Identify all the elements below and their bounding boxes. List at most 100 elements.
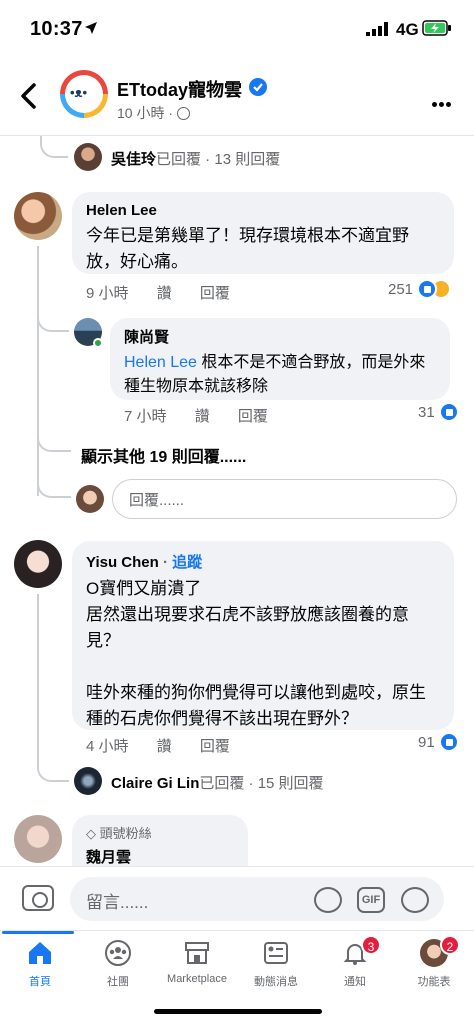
like-button[interactable]: 讚 [157, 285, 172, 302]
comment-author[interactable]: Helen Lee [86, 202, 440, 219]
comment-author[interactable]: Yisu Chen [86, 554, 159, 571]
tab-label: 動態消息 [254, 976, 298, 988]
tab-notifications[interactable]: 通知 3 [315, 935, 395, 989]
page-name[interactable]: ETtoday寵物雲 [117, 76, 242, 102]
tab-label: 首頁 [29, 976, 51, 988]
like-reaction-icon [438, 402, 459, 422]
location-arrow-icon [85, 22, 97, 34]
tab-label: 通知 [344, 976, 366, 988]
comment-actions: 7 小時 讚 回覆 [124, 405, 292, 426]
reply-bubble[interactable]: 陳尚賢 Helen Lee 根本不是不適合野放，而是外來種生物原本就該移除 [110, 318, 450, 400]
network-type: 4G [396, 20, 419, 39]
comment-bubble[interactable]: ◇ 頭號粉絲 魏月雲 [72, 815, 248, 866]
reply-summary-text: 已回覆 · 13 則回覆 [156, 151, 281, 168]
follow-button[interactable]: 追蹤 [172, 554, 202, 571]
like-reaction-icon [417, 279, 438, 299]
comment-composer: 留言...... GIF [0, 866, 474, 930]
comment-text: 今年已是第幾單了！現存環境根本不適宜野放，好心痛。 [86, 226, 409, 271]
like-button[interactable]: 讚 [157, 738, 172, 755]
like-reaction-icon [438, 732, 459, 752]
reply-button[interactable]: 回覆 [238, 408, 268, 425]
tab-label: Marketplace [167, 973, 227, 985]
battery-charging-icon [422, 20, 451, 36]
thread-line [37, 246, 39, 496]
page-avatar[interactable]: •ᴥ• [60, 70, 108, 118]
thread-connector [40, 136, 68, 158]
more-options-icon[interactable] [432, 94, 453, 112]
notification-badge: 3 [361, 935, 381, 955]
reaction-count: 91 [418, 733, 435, 751]
emoji-icon[interactable] [401, 887, 429, 913]
comment-actions: 4 小時 讚 回覆 [86, 735, 254, 756]
avatar [76, 485, 104, 513]
show-more-replies-link[interactable]: 顯示其他 19 則回覆...... [81, 443, 246, 467]
tab-label: 功能表 [417, 976, 451, 988]
tab-menu[interactable]: 功能表 2 [394, 935, 474, 989]
groups-icon [105, 940, 131, 966]
post-time: 10 小時 · [117, 105, 174, 121]
comment-time: 9 小時 [86, 285, 129, 302]
reaction-summary[interactable]: 91 [418, 732, 459, 752]
tab-label: 社團 [107, 976, 129, 988]
tab-news-feed[interactable]: 動態消息 [236, 939, 316, 989]
diamond-icon: ◇ [86, 826, 100, 841]
tab-marketplace[interactable]: Marketplace [157, 939, 237, 985]
thread-connector [37, 428, 71, 452]
tab-groups[interactable]: 社團 [78, 939, 158, 989]
marketplace-icon [185, 942, 209, 964]
thread-connector [37, 470, 71, 498]
sticker-icon[interactable] [314, 887, 342, 913]
home-icon [29, 942, 51, 964]
reply-button[interactable]: 回覆 [200, 738, 230, 755]
reply-summary-text: 已回覆 · 15 則回覆 [199, 775, 324, 792]
verified-badge-icon [249, 78, 267, 96]
top-fan-label: 頭號粉絲 [99, 826, 152, 841]
replier-name: 吳佳玲 [111, 151, 157, 168]
avatar[interactable] [74, 143, 102, 171]
reaction-summary[interactable]: 31 [418, 402, 459, 422]
comment-line: O寶們又崩潰了 [86, 579, 202, 598]
status-time: 10:37 [30, 18, 83, 40]
news-feed-icon [264, 942, 288, 964]
status-bar: 10:37 4G [0, 0, 474, 56]
comment-author[interactable]: 陳尚賢 [124, 326, 436, 347]
mention-link[interactable]: Helen Lee [124, 354, 197, 371]
online-indicator [93, 338, 103, 348]
avatar[interactable] [14, 540, 62, 588]
cell-signal-icon [366, 22, 388, 36]
active-tab-indicator [2, 931, 74, 934]
comment-line: 哇外來種的狗你們覺得可以讓他到處咬，原生種的石虎你們覺得不該出現在野外？ [86, 683, 426, 728]
avatar[interactable] [74, 767, 102, 795]
reply-summary[interactable]: 吳佳玲已回覆 · 13 則回覆 [111, 148, 280, 169]
reply-button[interactable]: 回覆 [200, 285, 230, 302]
post-header: •ᴥ• ETtoday寵物雲 10 小時 · [0, 56, 474, 136]
comment-actions: 9 小時 讚 回覆 [86, 282, 254, 303]
comment-author[interactable]: 魏月雲 [86, 846, 234, 866]
home-indicator [154, 1009, 322, 1014]
gif-button[interactable]: GIF [357, 887, 385, 913]
replier-name: Claire Gi Lin [111, 775, 200, 792]
reply-summary[interactable]: Claire Gi Lin已回覆 · 15 則回覆 [111, 772, 324, 793]
thread-connector [37, 302, 69, 332]
bottom-tab-bar: 首頁 社團 Marketplace 動態消息 通知 3 功能表 2 [0, 930, 474, 1000]
avatar[interactable] [14, 192, 62, 240]
comment-text: Helen Lee 根本不是不適合野放，而是外來種生物原本就該移除 [124, 351, 436, 399]
reaction-count: 31 [418, 403, 435, 421]
camera-icon[interactable] [22, 885, 54, 911]
avatar[interactable] [14, 815, 62, 863]
top-fan-badge: ◇ 頭號粉絲 [86, 823, 234, 842]
comment-text: O寶們又崩潰了 居然還出現要求石虎不該野放應該圈養的意見？ 哇外來種的狗你們覺得… [86, 576, 440, 732]
comment-time: 7 小時 [124, 408, 167, 425]
comment-bubble[interactable]: Helen Lee 今年已是第幾單了！現存環境根本不適宜野放，好心痛。 [72, 192, 454, 274]
comment-input[interactable]: 留言...... [70, 877, 444, 921]
comment-time: 4 小時 [86, 738, 129, 755]
menu-badge: 2 [440, 935, 460, 955]
reaction-summary[interactable]: 251 [388, 279, 452, 299]
comment-header: Yisu Chen · 追蹤 [86, 554, 203, 571]
back-arrow-icon[interactable] [18, 82, 40, 110]
tab-home[interactable]: 首頁 [0, 939, 80, 989]
like-button[interactable]: 讚 [195, 408, 210, 425]
reply-input[interactable]: 回覆...... [112, 479, 457, 519]
thread-connector [37, 752, 69, 782]
comment-bubble[interactable]: Yisu Chen · 追蹤 O寶們又崩潰了 居然還出現要求石虎不該野放應該圈養… [72, 541, 454, 730]
